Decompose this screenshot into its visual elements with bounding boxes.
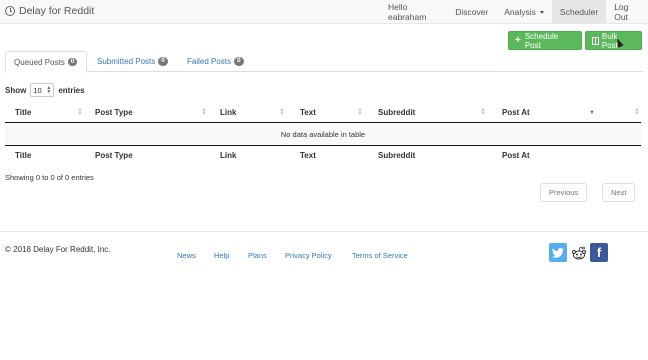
main-nav: Hello eabraham Discover Analysis Schedul… (380, 0, 648, 24)
nav-item-scheduler[interactable]: Scheduler (551, 0, 607, 24)
nav-item-analysis[interactable]: Analysis (496, 0, 552, 24)
tab-submitted-label: Submitted Posts (97, 57, 156, 66)
tab-queued-posts[interactable]: Queued Posts 0 (5, 51, 87, 73)
plus-icon: + (515, 34, 521, 46)
sort-icon[interactable]: ▲ ▼ (357, 107, 363, 117)
navbar: Delay for Reddit Hello eabraham Discover… (0, 0, 648, 24)
failed-count-badge: 0 (234, 57, 244, 66)
schedule-post-label: Schedule Post (524, 31, 559, 50)
sort-icon[interactable]: ▲ ▼ (201, 107, 207, 117)
select-arrows-icon: ▲ ▼ (46, 85, 52, 95)
post-tabs: Queued Posts 0 Submitted Posts 0 Failed … (5, 51, 643, 73)
column-header-subreddit[interactable]: Subreddit (378, 108, 415, 117)
column-header-link[interactable]: Link (220, 108, 236, 117)
page-size-control: Show 10 ▲ ▼ entries (5, 83, 85, 97)
previous-page-button[interactable]: Previous (540, 183, 588, 202)
footer-link-help[interactable]: Help (214, 251, 229, 260)
nav-item-logout[interactable]: Log Out (606, 0, 648, 24)
nav-item-analysis-label: Analysis (504, 7, 536, 17)
footer-column-link: Link (220, 151, 237, 160)
entries-label: entries (58, 85, 85, 95)
footer-column-subreddit: Subreddit (378, 151, 416, 160)
nav-item-hello[interactable]: Hello eabraham (380, 0, 447, 24)
table-header: Title ▲ ▼ Post Type ▲ ▼ Link ▲ ▼ Text ▲ ▼ Su… (5, 103, 641, 123)
queued-count-badge: 0 (67, 57, 78, 67)
brand-link[interactable]: Delay for Reddit (5, 5, 94, 17)
footer-link-terms-of-service[interactable]: Terms of Service (352, 251, 408, 260)
tab-queued-label: Queued Posts (14, 57, 65, 67)
reddit-icon[interactable] (570, 243, 588, 262)
footer-link-plans[interactable]: Plans (248, 251, 267, 260)
empty-table-row: No data available in table (5, 124, 641, 144)
sort-icon[interactable]: ▲ ▼ (77, 107, 83, 117)
submitted-count-badge: 0 (158, 57, 168, 66)
page-size-value: 10 (33, 85, 42, 95)
sort-desc-icon[interactable]: ▼ (589, 110, 595, 116)
footer-column-title: Title (15, 151, 32, 160)
sort-icon[interactable]: ▲ ▼ (480, 107, 486, 117)
nav-item-discover[interactable]: Discover (447, 0, 496, 24)
page-size-select[interactable]: 10 ▲ ▼ (30, 83, 55, 97)
footer-link-privacy-policy[interactable]: Privacy Policy (285, 251, 332, 260)
bulk-post-button[interactable]: Bulk Post (585, 31, 642, 50)
twitter-icon[interactable] (549, 243, 567, 262)
book-icon (592, 36, 599, 45)
copyright-text: © 2018 Delay For Reddit, Inc. (5, 245, 111, 254)
show-label: Show (5, 85, 27, 95)
facebook-icon[interactable]: f (590, 243, 608, 262)
sort-icon[interactable]: ▲ ▼ (279, 107, 285, 117)
footer-column-text: Text (300, 151, 316, 160)
next-page-button[interactable]: Next (602, 183, 636, 202)
column-header-text[interactable]: Text (300, 108, 316, 117)
tab-failed-label: Failed Posts (187, 57, 232, 66)
caret-down-icon (539, 10, 544, 14)
brand-name: Delay for Reddit (19, 5, 95, 17)
footer-column-post-at: Post At (502, 151, 530, 160)
schedule-post-button[interactable]: + Schedule Post (508, 31, 582, 50)
clock-icon (5, 6, 15, 16)
footer-link-news[interactable]: News (177, 251, 196, 260)
footer-divider (0, 231, 648, 232)
tab-failed-posts[interactable]: Failed Posts 0 (179, 51, 252, 72)
tab-submitted-posts[interactable]: Submitted Posts 0 (89, 51, 176, 72)
column-header-title[interactable]: Title (15, 108, 31, 117)
table-info: Showing 0 to 0 of 0 entries (5, 173, 94, 182)
table-footer: Title Post Type Link Text Subreddit Post… (5, 145, 641, 166)
column-header-post-type[interactable]: Post Type (95, 108, 133, 117)
column-header-post-at[interactable]: Post At (502, 108, 530, 117)
footer-column-post-type: Post Type (95, 151, 133, 160)
sort-icon[interactable]: ▲ ▼ (634, 107, 640, 117)
